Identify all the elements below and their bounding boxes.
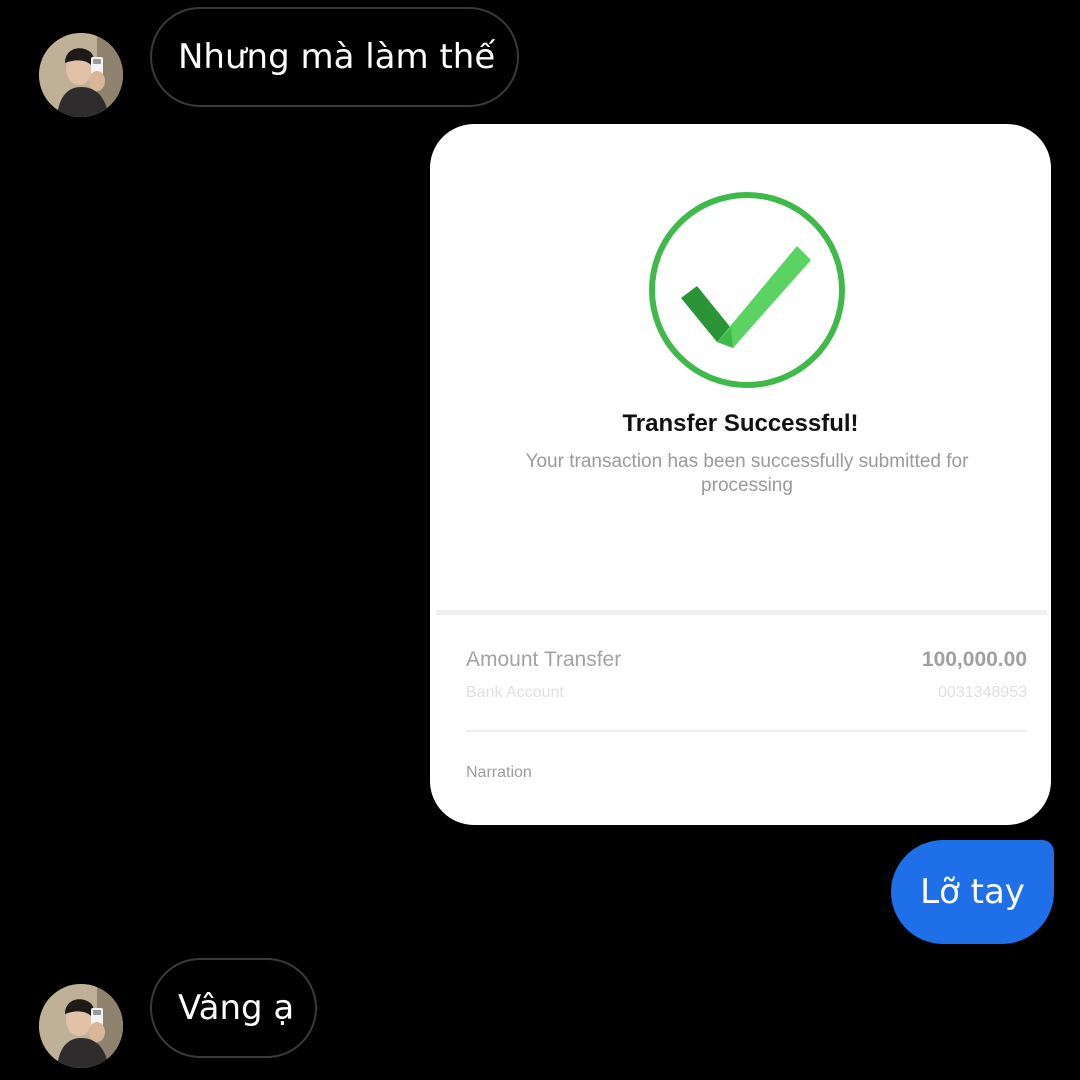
amount-value: 100,000.00 — [921, 648, 1027, 671]
avatar[interactable] — [39, 984, 123, 1068]
outgoing-message-bubble[interactable]: Lỡ tay — [891, 840, 1054, 944]
section-divider — [436, 610, 1047, 615]
transfer-receipt-image[interactable]: Transfer Successful! Your transaction ha… — [430, 124, 1051, 825]
check-circle-icon — [647, 190, 847, 390]
bank-account-value: 0031348953 — [938, 684, 1027, 701]
amount-label: Amount Transfer — [466, 648, 622, 671]
bank-account-label: Bank Account — [466, 684, 564, 701]
avatar[interactable] — [39, 33, 123, 117]
transfer-subtitle: Your transaction has been successfully s… — [525, 451, 969, 496]
person-photo-icon — [39, 33, 123, 117]
transfer-title: Transfer Successful! — [622, 410, 859, 437]
narration-label: Narration — [466, 764, 532, 781]
message-text: Lỡ tay — [920, 872, 1025, 912]
incoming-message-bubble[interactable]: Nhưng mà làm thế — [150, 7, 519, 107]
row-divider — [466, 730, 1027, 732]
message-text: Nhưng mà làm thế — [178, 37, 496, 77]
incoming-message-bubble[interactable]: Vâng ạ — [150, 958, 317, 1058]
message-text: Vâng ạ — [178, 988, 295, 1028]
person-photo-icon — [39, 984, 123, 1068]
